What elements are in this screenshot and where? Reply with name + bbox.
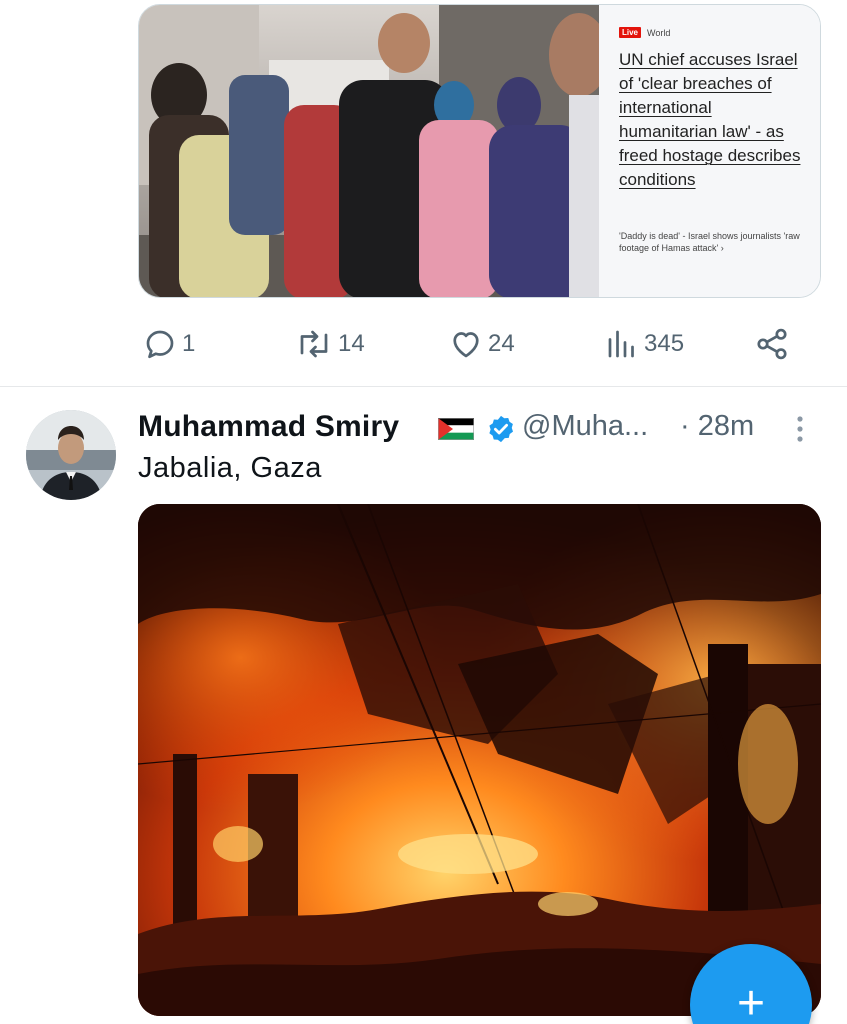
verified-badge-icon[interactable] bbox=[486, 414, 516, 444]
reply-icon bbox=[146, 330, 174, 359]
more-options-icon[interactable] bbox=[790, 414, 810, 444]
repost-button[interactable]: 14 bbox=[294, 326, 365, 362]
tweet-divider bbox=[0, 386, 847, 387]
tweet-header: Muhammad Smiry @Muha... · 28m bbox=[138, 408, 828, 448]
news-headline-panel: Live World UN chief accuses Israel of 'c… bbox=[599, 5, 820, 297]
tweet-action-bar: 1 14 24 345 bbox=[0, 322, 847, 366]
view-count: 345 bbox=[644, 330, 685, 357]
reply-count: 1 bbox=[182, 330, 196, 357]
news-link-card[interactable]: Live World UN chief accuses Israel of 'c… bbox=[138, 4, 821, 298]
views-button[interactable]: 345 bbox=[604, 326, 684, 362]
reply-button[interactable]: 1 bbox=[142, 326, 195, 362]
tweet-photo-fire[interactable] bbox=[138, 504, 821, 1016]
live-badge: Live bbox=[619, 27, 642, 38]
news-photo-crowd bbox=[139, 5, 599, 297]
like-count: 24 bbox=[488, 330, 515, 357]
views-chart-icon bbox=[608, 330, 634, 358]
palestine-flag-icon bbox=[438, 418, 474, 440]
avatar[interactable] bbox=[26, 410, 116, 500]
share-icon bbox=[757, 328, 787, 360]
tweet-text: Jabalia, Gaza bbox=[138, 452, 322, 484]
author-handle[interactable]: @Muha... bbox=[522, 410, 648, 443]
repost-count: 14 bbox=[338, 330, 365, 357]
like-button[interactable]: 24 bbox=[448, 326, 515, 362]
tweet-timestamp[interactable]: · 28m bbox=[680, 410, 754, 443]
repost-icon bbox=[300, 330, 328, 358]
news-subheadline[interactable]: 'Daddy is dead' - Israel shows journalis… bbox=[619, 230, 802, 254]
news-section-label: World bbox=[647, 27, 671, 38]
share-button[interactable] bbox=[754, 326, 790, 362]
author-name[interactable]: Muhammad Smiry bbox=[138, 410, 399, 444]
news-headline[interactable]: UN chief accuses Israel of 'clear breach… bbox=[619, 48, 802, 192]
plus-icon: + bbox=[736, 977, 766, 1024]
heart-icon bbox=[453, 332, 479, 358]
